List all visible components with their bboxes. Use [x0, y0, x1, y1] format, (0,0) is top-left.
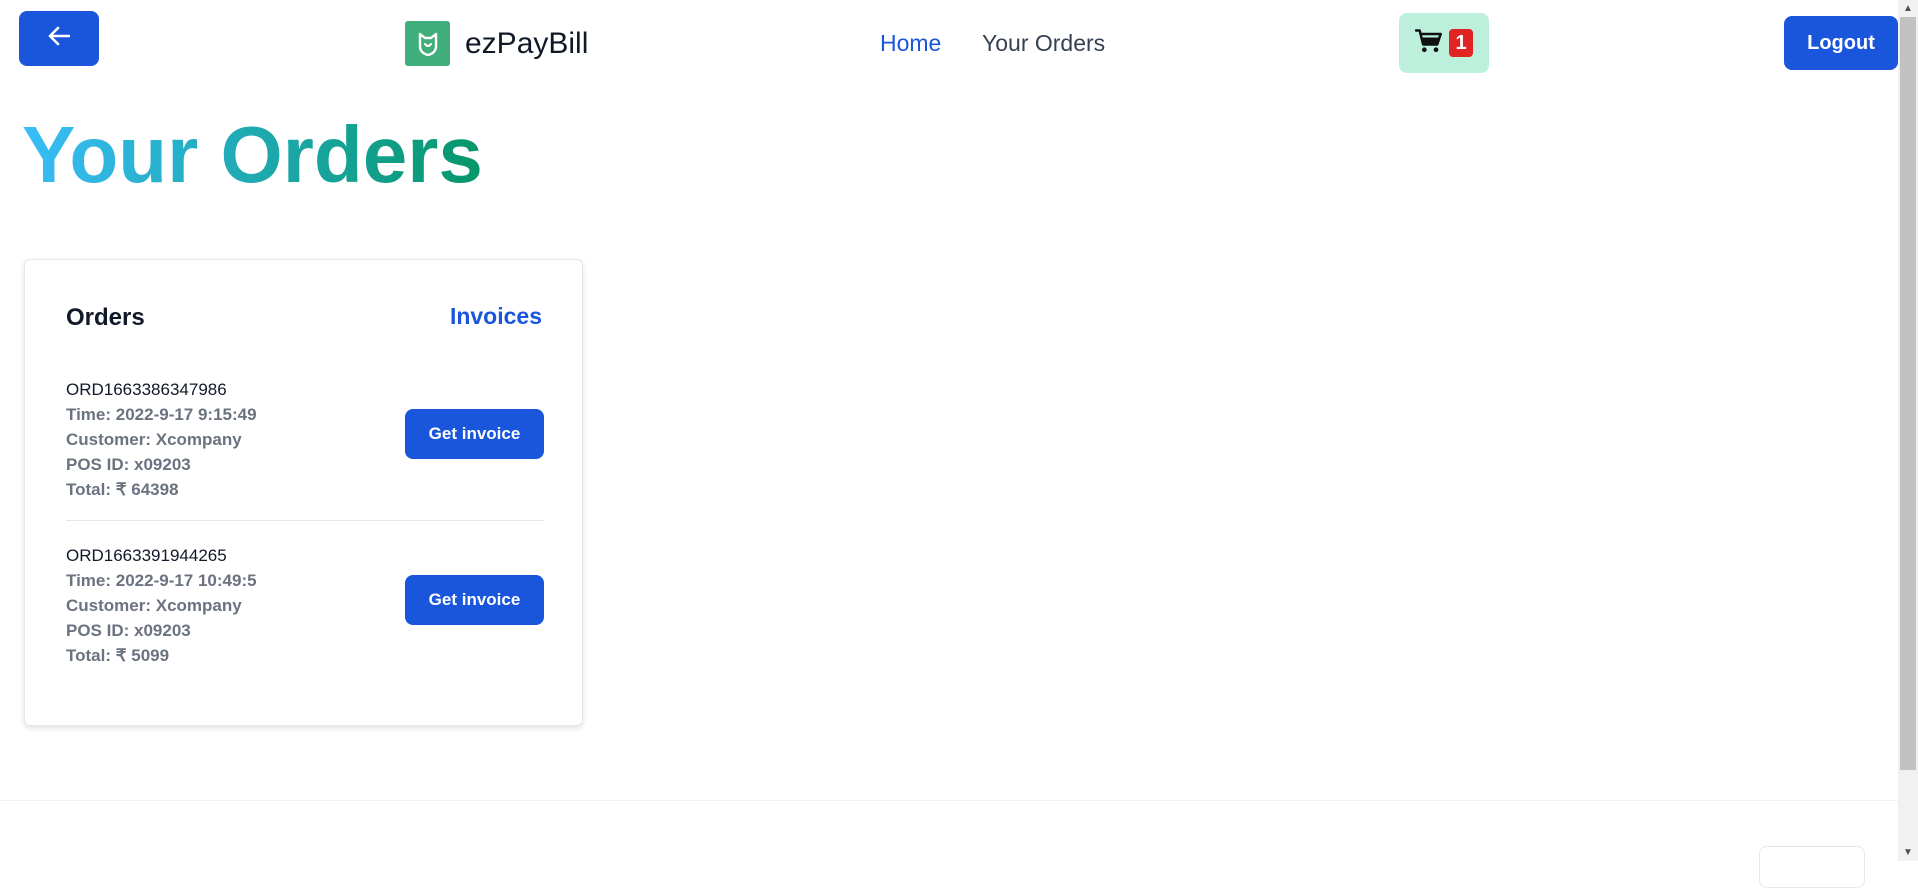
order-total: Total: ₹ 64398 [66, 480, 179, 499]
footer-button[interactable] [1759, 846, 1865, 888]
logout-button[interactable]: Logout [1784, 16, 1898, 70]
order-item: ORD1663386347986 Time: 2022-9-17 9:15:49… [66, 377, 544, 537]
page-title: Your Orders [22, 107, 483, 203]
scroll-down-arrow-icon[interactable]: ▼ [1898, 844, 1918, 861]
order-total: Total: ₹ 5099 [66, 646, 170, 665]
scroll-up-arrow-icon[interactable]: ▲ [1898, 0, 1918, 17]
footer-divider [0, 800, 1898, 801]
order-id: ORD1663391944265 [66, 546, 227, 565]
nav-orders-link[interactable]: Your Orders [982, 30, 1105, 57]
back-button[interactable] [19, 11, 99, 66]
brand[interactable]: ezPayBill [405, 21, 588, 66]
arrow-left-icon [48, 26, 71, 51]
brand-name: ezPayBill [465, 26, 589, 60]
invoices-link[interactable]: Invoices [450, 303, 542, 330]
scrollbar-thumb[interactable] [1900, 17, 1916, 770]
cart-button[interactable]: 1 [1399, 13, 1489, 73]
orders-card: Orders Invoices ORD1663386347986 Time: 2… [24, 259, 583, 726]
get-invoice-button[interactable]: Get invoice [405, 409, 544, 459]
order-item: ORD1663391944265 Time: 2022-9-17 10:49:5… [66, 543, 544, 703]
cart-count-badge: 1 [1449, 29, 1473, 57]
brand-logo-icon [405, 21, 450, 66]
order-id: ORD1663386347986 [66, 380, 227, 399]
shopping-cart-icon [1415, 28, 1443, 59]
orders-card-title: Orders [66, 304, 145, 331]
vertical-scrollbar[interactable]: ▲ ▼ [1898, 0, 1918, 861]
nav-home-link[interactable]: Home [880, 30, 941, 57]
order-divider [66, 520, 544, 521]
get-invoice-button[interactable]: Get invoice [405, 575, 544, 625]
